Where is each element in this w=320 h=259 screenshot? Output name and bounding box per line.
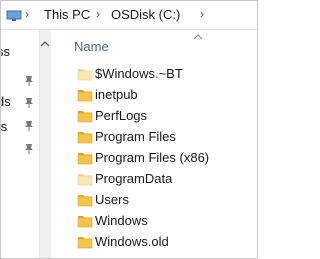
folder-name: ProgramData bbox=[95, 171, 173, 186]
list-item[interactable]: Windows.old bbox=[51, 232, 257, 253]
file-explorer-window: › This PC › OSDisk (C:) › ss ds ts bbox=[0, 0, 258, 259]
list-item[interactable]: $Windows.~BT bbox=[51, 64, 257, 85]
folder-name: PerfLogs bbox=[95, 108, 148, 123]
folder-name: Users bbox=[95, 192, 129, 207]
folder-icon bbox=[77, 237, 93, 249]
pin-icon[interactable] bbox=[23, 97, 35, 109]
folder-icon bbox=[77, 195, 93, 207]
chevron-up-icon[interactable] bbox=[193, 33, 203, 41]
folder-icon bbox=[77, 174, 93, 186]
file-list: Name $Windows.~BT inetpub PerfLogs Program … bbox=[51, 30, 257, 258]
folder-icon bbox=[77, 153, 93, 165]
list-item[interactable]: Program Files (x86) bbox=[51, 148, 257, 169]
breadcrumb-separator[interactable]: › bbox=[25, 7, 29, 21]
pin-icon[interactable] bbox=[23, 120, 35, 132]
folder-icon bbox=[77, 90, 93, 102]
pin-icon[interactable] bbox=[23, 75, 35, 87]
folder-name: Program Files bbox=[95, 129, 176, 144]
folder-name: Windows.old bbox=[95, 234, 169, 249]
this-pc-icon bbox=[6, 10, 22, 21]
list-item[interactable]: Windows bbox=[51, 211, 257, 232]
breadcrumb-separator[interactable]: › bbox=[200, 7, 204, 21]
pin-icon[interactable] bbox=[23, 143, 35, 155]
folder-name: inetpub bbox=[95, 87, 138, 102]
folder-name: Windows bbox=[95, 213, 148, 228]
folder-icon bbox=[77, 111, 93, 123]
list-item[interactable]: PerfLogs bbox=[51, 106, 257, 127]
navigation-scrollbar[interactable] bbox=[39, 30, 51, 258]
folder-icon bbox=[77, 132, 93, 144]
address-bar[interactable]: › This PC › OSDisk (C:) › bbox=[1, 1, 257, 30]
column-header-name[interactable]: Name bbox=[74, 39, 109, 54]
breadcrumb-this-pc[interactable]: This PC bbox=[44, 7, 90, 22]
nav-item-label[interactable]: ts bbox=[1, 119, 7, 134]
folder-name: Program Files (x86) bbox=[95, 150, 210, 165]
list-item[interactable]: inetpub bbox=[51, 85, 257, 106]
list-item[interactable]: Users bbox=[51, 190, 257, 211]
nav-item-label[interactable]: ds bbox=[1, 94, 11, 109]
breadcrumb-separator[interactable]: › bbox=[96, 7, 100, 21]
folder-name: $Windows.~BT bbox=[95, 66, 183, 81]
list-item[interactable]: ProgramData bbox=[51, 169, 257, 190]
breadcrumb-osdisk[interactable]: OSDisk (C:) bbox=[111, 7, 180, 22]
scroll-up-arrow-icon[interactable] bbox=[40, 39, 50, 49]
folder-icon bbox=[77, 69, 93, 81]
nav-item-label[interactable]: ss bbox=[1, 44, 10, 59]
folder-icon bbox=[77, 216, 93, 228]
list-item[interactable]: Program Files bbox=[51, 127, 257, 148]
